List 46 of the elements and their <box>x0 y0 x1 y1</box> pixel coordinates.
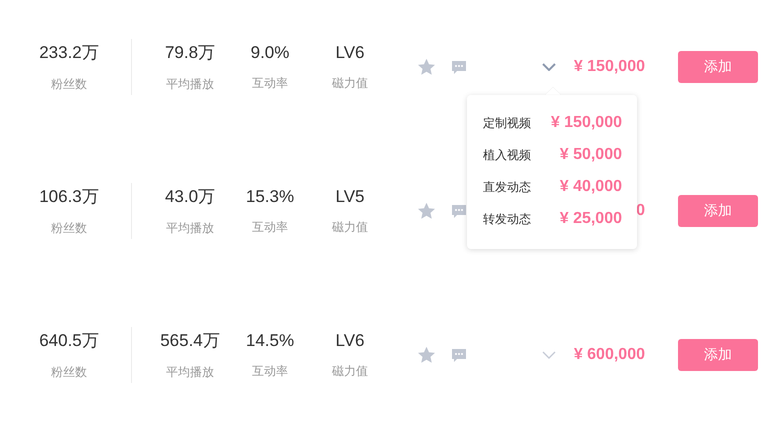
stat-value: 43.0万 <box>164 186 216 208</box>
stat-label: 平均播放 <box>166 220 214 237</box>
stat-value: LV5 <box>336 186 364 206</box>
stat-label: 磁力值 <box>332 218 368 236</box>
option-label: 转发动态 <box>483 210 531 228</box>
option-price: ¥ 25,000 <box>560 210 622 228</box>
stat-value: LV6 <box>336 330 364 350</box>
add-button[interactable]: 添加 <box>678 339 758 371</box>
price: ¥ 600,000 <box>574 346 645 364</box>
price: 0 <box>636 202 645 220</box>
comment-icon[interactable] <box>451 60 467 74</box>
star-icon[interactable] <box>417 346 436 364</box>
option-price: ¥ 50,000 <box>560 146 622 164</box>
option-label: 直发动态 <box>483 178 531 196</box>
stat-label: 粉丝数 <box>51 364 87 381</box>
add-button[interactable]: 添加 <box>678 51 758 83</box>
option-label: 植入视频 <box>483 146 531 164</box>
stat-value: 640.5万 <box>39 330 99 352</box>
stat-label: 粉丝数 <box>51 220 87 237</box>
stat-label: 磁力值 <box>332 74 368 92</box>
option-price: ¥ 40,000 <box>560 178 622 196</box>
option-label: 定制视频 <box>483 114 531 132</box>
option-price: ¥ 150,000 <box>550 114 622 132</box>
stat-value: 106.3万 <box>39 186 99 208</box>
stat-label: 互动率 <box>252 218 288 236</box>
stat-value: 79.8万 <box>164 42 216 64</box>
add-button[interactable]: 添加 <box>678 195 758 227</box>
stat-value: 15.3% <box>246 186 294 206</box>
stat-label: 粉丝数 <box>51 76 87 93</box>
stat-label: 磁力值 <box>332 362 368 380</box>
stat-value: 233.2万 <box>39 42 99 64</box>
stat-label: 互动率 <box>252 74 288 92</box>
stat-value: LV6 <box>336 42 364 62</box>
stat-label: 平均播放 <box>166 76 214 93</box>
chevron-icon[interactable] <box>542 351 556 359</box>
stat-label: 互动率 <box>252 362 288 380</box>
chevron-icon[interactable] <box>542 63 556 71</box>
stat-value: 565.4万 <box>160 330 220 352</box>
star-icon[interactable] <box>417 202 436 220</box>
star-icon[interactable] <box>417 58 436 76</box>
comment-icon[interactable] <box>451 204 467 218</box>
price: ¥ 150,000 <box>574 58 645 76</box>
stat-value: 14.5% <box>246 330 294 350</box>
comment-icon[interactable] <box>451 348 467 362</box>
stat-label: 平均播放 <box>166 364 214 381</box>
stat-value: 9.0% <box>250 42 290 62</box>
